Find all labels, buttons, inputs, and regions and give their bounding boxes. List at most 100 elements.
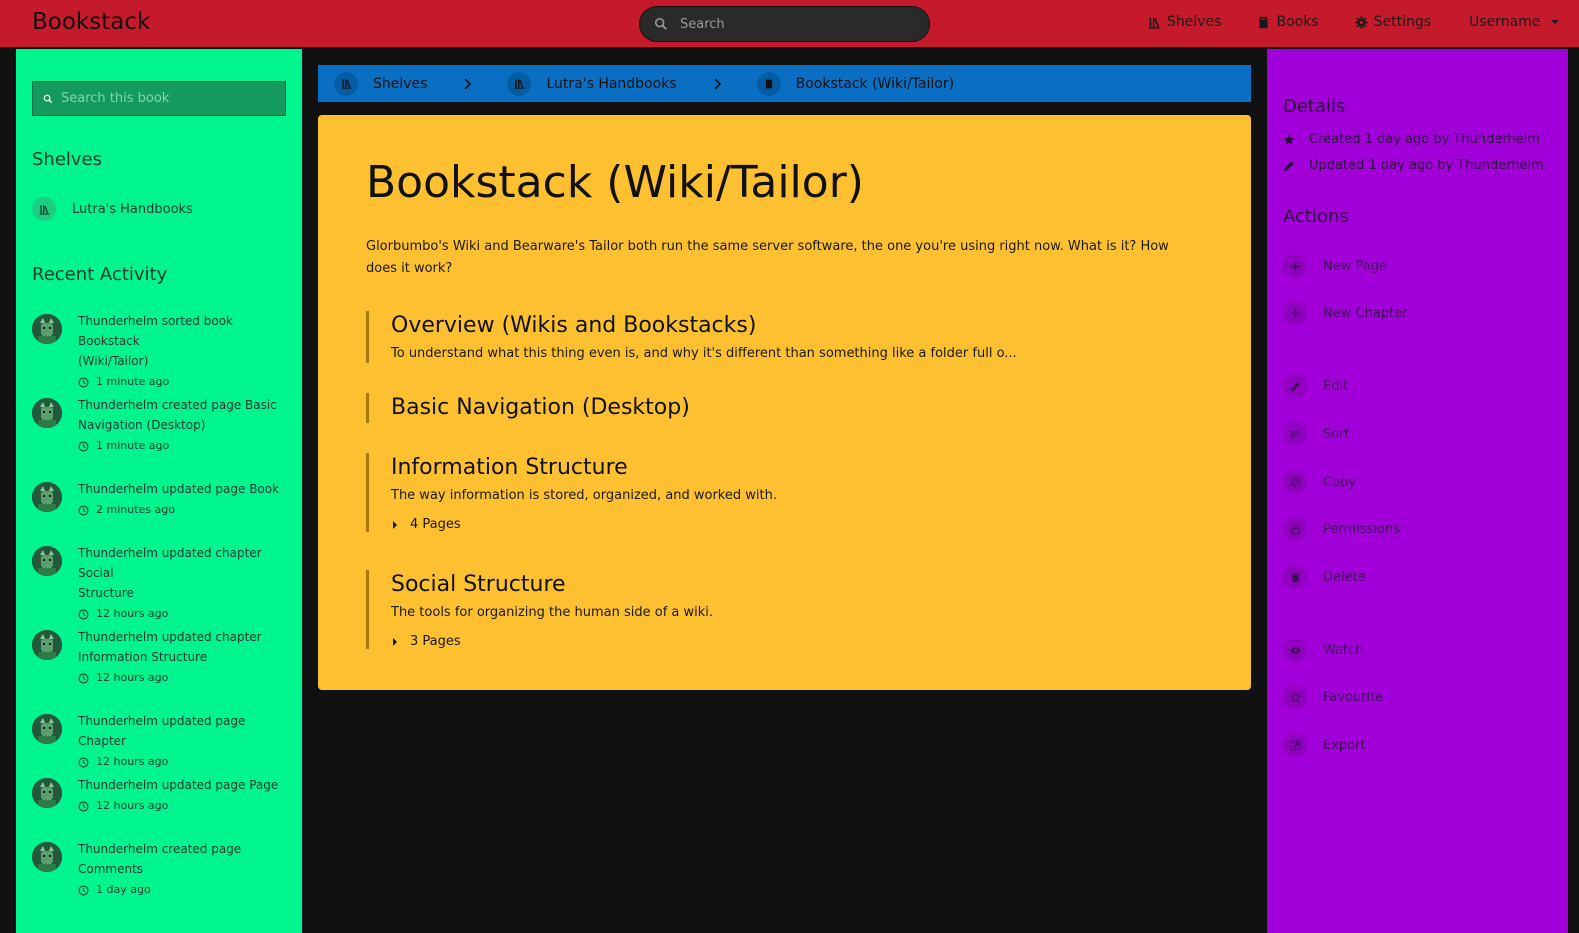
right-sidebar: Details Created 1 day ago by Thunderhelm… xyxy=(1267,49,1568,933)
user-avatar-icon xyxy=(32,842,62,872)
book-search-input[interactable] xyxy=(61,91,281,106)
user-avatar-icon xyxy=(32,546,62,576)
activity-line: Thunderhelm updated page Page xyxy=(78,778,279,792)
nav-books[interactable]: Books xyxy=(1257,14,1319,30)
breadcrumb-shelves-label: Shelves xyxy=(373,75,428,92)
activity-time-text: 12 hours ago xyxy=(96,671,169,684)
activity-body: Thunderhelm created page Basic Navigation… xyxy=(78,395,277,456)
avatar[interactable] xyxy=(32,398,62,428)
chapter-title-link[interactable]: Social Structure xyxy=(391,570,1186,600)
chevron-right-icon xyxy=(714,77,721,90)
new-chapter-action[interactable]: New Chapter xyxy=(1283,301,1407,325)
nav-books-label: Books xyxy=(1276,14,1319,30)
action-icon-circle xyxy=(1283,517,1307,541)
favourite-action[interactable]: Favourite xyxy=(1283,685,1383,709)
chapter-pages-count: 3 Pages xyxy=(410,634,461,649)
global-search[interactable] xyxy=(639,6,930,42)
chapter-pages-toggle[interactable]: 3 Pages xyxy=(391,634,1186,649)
breadcrumb-book[interactable]: Bookstack (Wiki/Tailor) xyxy=(756,71,955,96)
username-label: Username xyxy=(1469,14,1541,30)
activity-line: Information Structure xyxy=(78,650,208,664)
shelf-link[interactable]: Lutra's Handbooks xyxy=(32,197,193,221)
activity-text[interactable]: Thunderhelm created page Comments xyxy=(78,839,241,879)
edit-action[interactable]: Edit xyxy=(1283,374,1348,398)
activity-time-text: 12 hours ago xyxy=(96,799,169,812)
activity-time-text: 1 day ago xyxy=(96,883,151,896)
activity-line: Thunderhelm updated page Book xyxy=(78,482,280,496)
avatar[interactable] xyxy=(32,482,62,512)
activity-text[interactable]: Thunderhelm updated page Page xyxy=(78,775,278,795)
activity-text[interactable]: Thunderhelm updated chapter Information S… xyxy=(78,627,262,667)
activity-item: Thunderhelm updated page Page 12 hours ag… xyxy=(32,775,294,816)
chapter-title-link[interactable]: Overview (Wikis and Bookstacks) xyxy=(391,311,1186,341)
clock-icon xyxy=(78,377,89,387)
activity-line: Thunderhelm updated chapter xyxy=(78,630,262,644)
chevron-right-icon xyxy=(464,77,472,90)
action-icon-circle xyxy=(1283,565,1307,589)
user-menu[interactable]: Username xyxy=(1469,14,1560,30)
activity-time: 2 minutes ago xyxy=(78,500,279,520)
action-icon-circle xyxy=(1283,254,1307,278)
action-icon-circle xyxy=(1283,685,1307,709)
chapter-pages-toggle[interactable]: 4 Pages xyxy=(391,517,1186,532)
activity-text[interactable]: Thunderhelm updated page Chapter xyxy=(78,711,294,751)
details-heading: Details xyxy=(1283,96,1346,117)
chapter-entry: Overview (Wikis and Bookstacks) To under… xyxy=(366,311,1186,363)
watch-action[interactable]: Watch xyxy=(1283,638,1363,662)
global-search-input[interactable] xyxy=(680,16,900,32)
activity-time: 1 minute ago xyxy=(78,436,277,456)
avatar[interactable] xyxy=(32,630,62,660)
permissions-action[interactable]: Permissions xyxy=(1283,517,1400,541)
activity-text[interactable]: Thunderhelm created page Basic Navigation… xyxy=(78,395,277,435)
breadcrumb-book-label: Bookstack (Wiki/Tailor) xyxy=(795,75,955,92)
activity-text[interactable]: Thunderhelm updated page Book xyxy=(78,479,279,499)
clock-icon xyxy=(78,801,89,811)
created-text: Created 1 day ago by Thunderhelm xyxy=(1309,132,1540,147)
avatar[interactable] xyxy=(32,546,62,576)
activity-time-text: 12 hours ago xyxy=(96,755,169,768)
shelves-icon xyxy=(39,204,49,215)
activity-time: 12 hours ago xyxy=(78,796,278,816)
activity-item: Thunderhelm sorted book Bookstack (Wiki/T… xyxy=(32,311,294,392)
edit-label: Edit xyxy=(1323,378,1349,394)
new-chapter-label: New Chapter xyxy=(1323,305,1408,321)
chapter-excerpt: To understand what this thing even is, a… xyxy=(391,346,1017,361)
page-title-link[interactable]: Basic Navigation (Desktop) xyxy=(391,393,1186,423)
nav-settings[interactable]: Settings xyxy=(1355,14,1431,30)
chapter-excerpt: The tools for organizing the human side … xyxy=(391,605,714,620)
chapter-title-link[interactable]: Information Structure xyxy=(391,453,1186,483)
action-icon-circle xyxy=(1283,638,1307,662)
sort-action[interactable]: Sort xyxy=(1283,422,1350,446)
avatar[interactable] xyxy=(32,842,62,872)
book-search[interactable] xyxy=(32,81,286,116)
delete-action[interactable]: Delete xyxy=(1283,565,1366,589)
activity-item: Thunderhelm created page Basic Navigation… xyxy=(32,395,294,456)
action-icon-circle xyxy=(1283,374,1307,398)
copy-action[interactable]: Copy xyxy=(1283,470,1356,494)
activity-body: Thunderhelm sorted book Bookstack (Wiki/T… xyxy=(78,311,294,392)
breadcrumb-shelves[interactable]: Shelves xyxy=(334,71,428,96)
avatar[interactable] xyxy=(32,778,62,808)
chapter-entry: Information Structure The way informatio… xyxy=(366,453,1186,532)
app-logo[interactable]: Bookstack xyxy=(32,9,150,35)
nav-shelves[interactable]: Shelves xyxy=(1148,14,1221,30)
updated-text: Updated 1 day ago by Thunderhelm xyxy=(1309,158,1544,173)
activity-body: Thunderhelm created page Comments 1 day ag… xyxy=(78,839,241,900)
activity-time: 12 hours ago xyxy=(78,604,294,624)
nav-settings-label: Settings xyxy=(1373,14,1432,30)
pencil-icon xyxy=(1284,160,1294,171)
export-action[interactable]: Export xyxy=(1283,733,1366,757)
avatar[interactable] xyxy=(32,314,62,344)
activity-item: Thunderhelm updated page Chapter 12 hours… xyxy=(32,711,294,772)
activity-line: Comments xyxy=(78,862,144,876)
chapter-pages-count: 4 Pages xyxy=(410,517,461,532)
shelves-icon xyxy=(514,79,525,89)
gear-icon xyxy=(1355,15,1368,29)
activity-text[interactable]: Thunderhelm updated chapter Social Struct… xyxy=(78,543,294,603)
chapter-excerpt: The way information is stored, organized… xyxy=(391,488,777,503)
activity-text[interactable]: Thunderhelm sorted book Bookstack (Wiki/T… xyxy=(78,311,294,371)
export-label: Export xyxy=(1323,737,1366,753)
breadcrumb-shelf[interactable]: Lutra's Handbooks xyxy=(507,71,677,96)
avatar[interactable] xyxy=(32,714,62,744)
new-page-action[interactable]: New Page xyxy=(1283,254,1387,278)
